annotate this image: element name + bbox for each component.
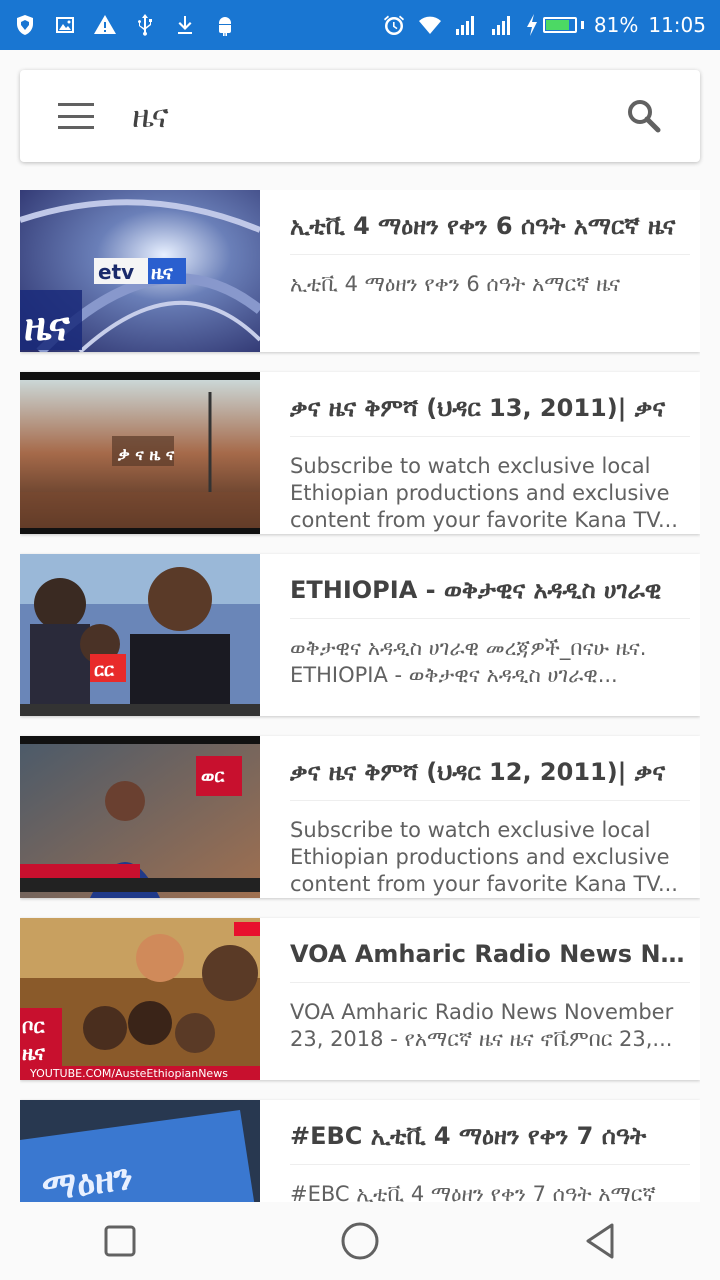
svg-text:ቦር: ቦር [22,1014,45,1038]
home-button[interactable] [330,1211,390,1271]
video-description: Subscribe to watch exclusive local Ethio… [290,454,678,532]
video-thumbnail[interactable]: etv ዜና ዜና [20,190,260,352]
video-card[interactable]: ማዕዘን #EBC ኢቲቪ 4 ማዕዘን የቀን 7 ሰዓት #EBC ኢቲቪ … [20,1100,700,1202]
search-query[interactable]: ዜና [132,97,624,136]
circle-icon [341,1222,379,1260]
video-title: ኢቲቪ 4 ማዕዘን የቀን 6 ሰዓት አማርኛ ዜና [290,208,690,255]
video-title: #EBC ኢቲቪ 4 ማዕዘን የቀን 7 ሰዓት [290,1118,690,1165]
svg-text:ዜና: ዜና [151,262,174,284]
video-title: ቃና ዜና ቅምሻ (ህዳር 13, 2011)| ቃና [290,390,690,437]
svg-text:ዜና: ዜና [24,304,71,350]
image-icon [52,12,78,38]
search-bar: ዜና [20,70,700,162]
video-card[interactable]: etv ዜና ዜና ኢቲቪ 4 ማዕዘን የቀን 6 ሰዓት አማርኛ ዜና ኢ… [20,190,700,352]
video-title: ETHIOPIA - ወቅታዊና አዳዲስ ሀገራዊ [290,572,690,619]
svg-text:etv: etv [98,260,134,284]
svg-text:ቃ ና ዜ ና: ቃ ና ዜ ና [117,445,175,464]
navigation-bar [0,1202,720,1280]
recents-button[interactable] [90,1211,150,1271]
video-thumbnail[interactable]: ቃ ና ዜ ና [20,372,260,534]
video-card[interactable]: ቃ ና ዜ ና ቃና ዜና ቅምሻ (ህዳር 13, 2011)| ቃና Sub… [20,372,700,534]
usb-icon [132,12,158,38]
video-title: VOA Amharic Radio News November [290,936,690,983]
status-bar: 81% 11:05 [0,0,720,50]
video-description: #EBC ኢቲቪ 4 ማዕዘን የቀን 7 ሰዓት አማርኛ [290,1182,656,1202]
svg-text:ርር: ርር [94,660,115,681]
clock: 11:05 [648,13,706,37]
video-card[interactable]: ቦር ዜና YOUTUBE.COM/AusteEthiopianNews VOA… [20,918,700,1080]
charging-icon [525,12,539,38]
video-thumbnail[interactable]: ቦር ዜና YOUTUBE.COM/AusteEthiopianNews [20,918,260,1080]
search-icon[interactable] [624,96,664,136]
video-thumbnail[interactable]: ርር [20,554,260,716]
alarm-icon [381,12,407,38]
svg-text:YOUTUBE.COM/AusteEthiopianNews: YOUTUBE.COM/AusteEthiopianNews [29,1067,228,1080]
video-description: Subscribe to watch exclusive local Ethio… [290,818,678,896]
wifi-icon [417,12,443,38]
svg-text:ዜና: ዜና [22,1041,45,1065]
video-thumbnail[interactable]: ማዕዘን [20,1100,260,1202]
video-card[interactable]: ርር ETHIOPIA - ወቅታዊና አዳዲስ ሀገራዊ ወቅታዊና አዳዲስ… [20,554,700,716]
back-triangle-icon [586,1223,614,1259]
shield-icon [12,12,38,38]
signal-icon [453,12,479,38]
menu-icon[interactable] [58,103,94,129]
video-list: etv ዜና ዜና ኢቲቪ 4 ማዕዘን የቀን 6 ሰዓት አማርኛ ዜና ኢ… [20,190,700,1202]
signal-icon [489,12,515,38]
video-description: ኢቲቪ 4 ማዕዘን የቀን 6 ሰዓት አማርኛ ዜና [290,272,621,296]
back-button[interactable] [570,1211,630,1271]
warning-icon [92,12,118,38]
square-icon [104,1225,136,1257]
svg-text:ወር: ወር [201,766,225,787]
video-description: ወቅታዊና አዳዲስ ሀገራዊ መረጃዎች_በናሁ ዜና. ETHIOPIA -… [290,636,647,687]
video-title: ቃና ዜና ቅምሻ (ህዳር 12, 2011)| ቃና [290,754,690,801]
video-card[interactable]: ወር ቃና ዜና ቅምሻ (ህዳር 12, 2011)| ቃና Subscrib… [20,736,700,898]
download-icon [172,12,198,38]
video-description: VOA Amharic Radio News November 23, 2018… [290,1000,674,1051]
video-thumbnail[interactable]: ወር [20,736,260,898]
android-icon [212,12,238,38]
battery-icon [525,12,584,38]
battery-percent: 81% [593,13,639,37]
